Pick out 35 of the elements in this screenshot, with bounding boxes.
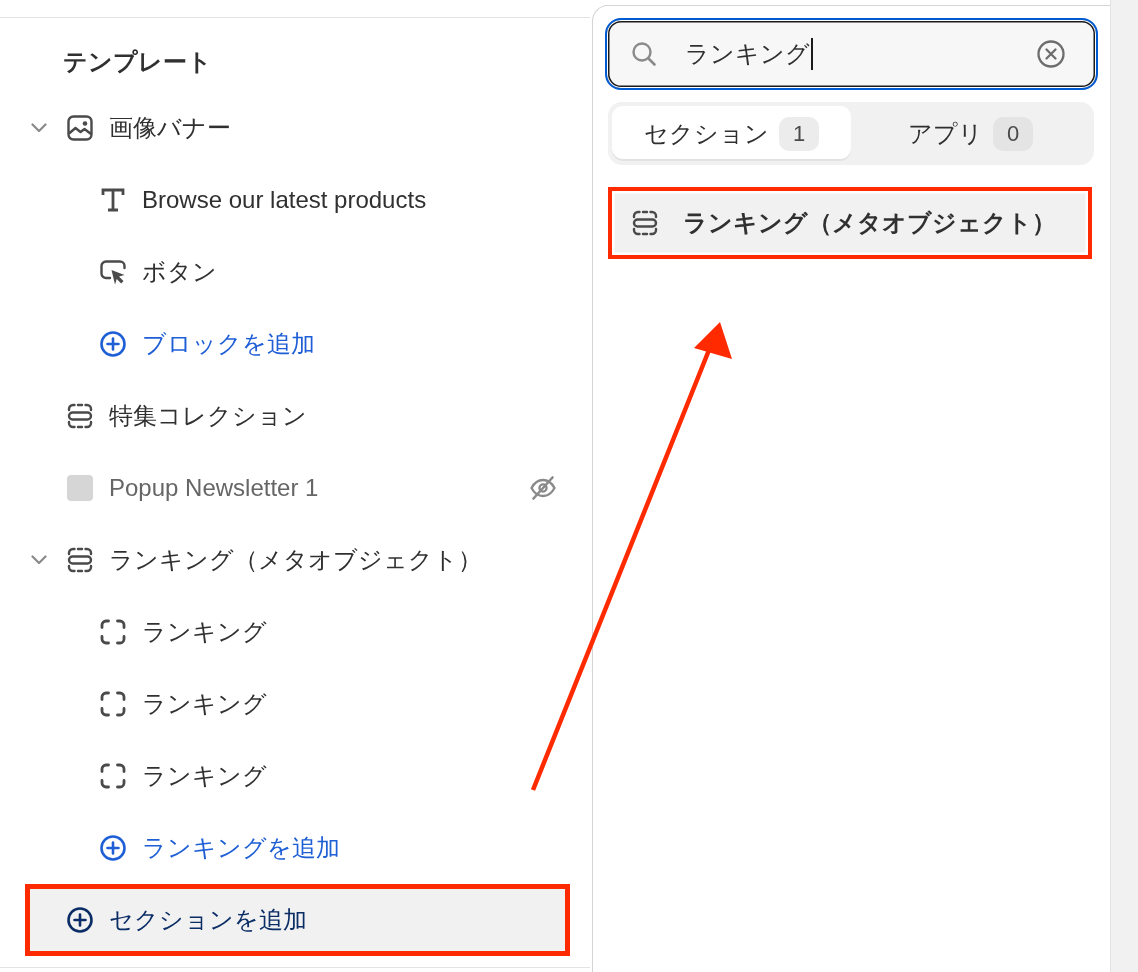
cursor-icon: [100, 259, 126, 285]
tree-item[interactable]: ボタン: [100, 256, 217, 288]
plus-circle-icon: [100, 835, 126, 861]
tree-item[interactable]: Browse our latest products: [100, 184, 427, 216]
section-icon: [67, 403, 93, 429]
tab[interactable]: アプリ 0: [851, 106, 1090, 161]
tab[interactable]: セクション 1: [612, 106, 851, 161]
eye-slash-icon[interactable]: [529, 475, 557, 501]
search-field[interactable]: ランキング: [605, 18, 1098, 90]
plus-circle-icon: [67, 907, 93, 933]
search-icon: [631, 41, 657, 67]
tree-item[interactable]: 画像バナー: [67, 112, 231, 144]
tree-item[interactable]: ランキング: [100, 688, 267, 720]
text-icon: [100, 187, 126, 213]
count-badge: 1: [779, 116, 819, 151]
panel-title: テンプレート: [63, 47, 212, 77]
section-icon: [631, 210, 658, 236]
section-icon: [67, 547, 93, 573]
tree-item[interactable]: ランキング（メタオブジェクト）: [67, 544, 482, 576]
add-link[interactable]: ブロックを追加: [100, 328, 315, 360]
text-cursor-icon: [811, 38, 813, 70]
count-badge: 0: [993, 116, 1033, 151]
image-icon: [67, 115, 93, 141]
add-link[interactable]: ランキングを追加: [100, 832, 340, 864]
thumbnail-placeholder: [67, 475, 93, 501]
tree-item[interactable]: 特集コレクション: [67, 400, 307, 432]
result-item[interactable]: ランキング（メタオブジェクト）: [608, 187, 1092, 259]
add-section-button[interactable]: セクションを追加: [25, 884, 570, 956]
tree-item[interactable]: Popup Newsletter 1: [67, 472, 319, 504]
tree-item[interactable]: ランキング: [100, 616, 267, 648]
tree-item[interactable]: ランキング: [100, 760, 267, 792]
plus-circle-icon: [100, 331, 126, 357]
chevron-down-icon[interactable]: [31, 123, 47, 133]
chevron-down-icon[interactable]: [31, 555, 47, 565]
clear-icon[interactable]: [1037, 40, 1065, 68]
